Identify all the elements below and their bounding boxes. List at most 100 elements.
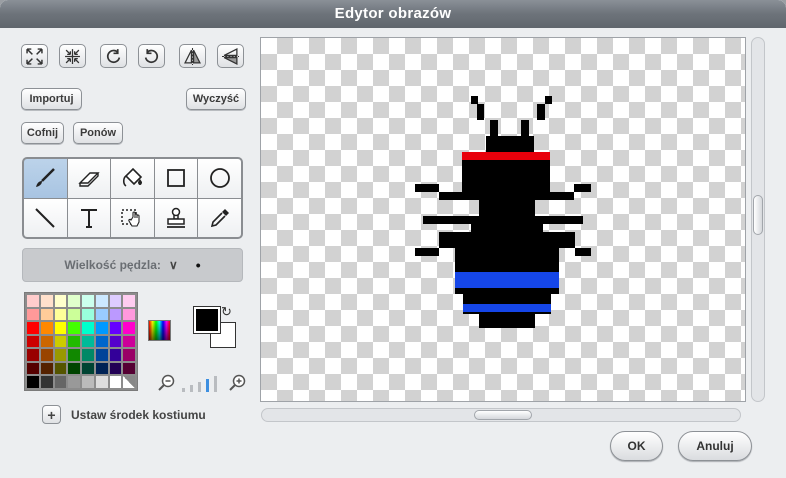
rectangle-icon[interactable] [154,159,198,198]
zoom-level-bar[interactable] [190,385,193,392]
zoom-in-icon[interactable] [229,374,247,392]
clear-button[interactable]: Wyczyść [186,88,246,110]
zoom-level-bar[interactable] [214,376,217,392]
color-swatch[interactable] [82,376,94,388]
color-swatch[interactable] [54,376,67,388]
title-bar[interactable]: Edytor obrazów [0,0,786,28]
text-icon[interactable] [67,198,111,237]
horizontal-scroll-thumb[interactable] [474,410,532,420]
color-swatch[interactable] [82,335,94,348]
color-swatch[interactable] [54,335,67,348]
ok-button[interactable]: OK [610,431,663,461]
set-costume-center[interactable]: + Ustaw środek kostiumu [42,405,206,424]
color-swatch[interactable] [123,349,135,361]
foreground-color-swatch[interactable] [193,306,221,334]
color-swatch[interactable] [109,308,122,321]
color-swatch[interactable] [95,349,108,361]
color-swatch[interactable] [40,376,53,388]
window-title: Edytor obrazów [334,5,452,22]
color-swatch[interactable] [68,322,80,334]
color-swatch[interactable] [95,308,108,321]
undo-button[interactable]: Cofnij [21,122,64,144]
color-swatch[interactable] [82,349,94,361]
color-swatch[interactable] [82,322,94,334]
zoom-level-bar[interactable] [206,379,209,392]
eyedropper-icon[interactable] [198,198,241,237]
color-swatch[interactable] [123,308,135,321]
color-swatch[interactable] [109,322,122,334]
zoom-out-icon[interactable] [158,374,176,392]
color-swatch[interactable] [27,349,39,361]
fill-bucket-icon[interactable] [111,159,154,198]
cancel-button[interactable]: Anuluj [678,431,752,461]
add-icon[interactable]: + [42,405,61,424]
drawing-canvas[interactable] [260,37,746,402]
color-swatch[interactable] [123,362,135,375]
color-swatch[interactable] [40,295,53,307]
swap-colors-icon[interactable]: ↻ [221,304,232,320]
color-swatch[interactable] [109,349,122,361]
grow-icon[interactable] [21,44,48,68]
color-swatch[interactable] [27,322,39,334]
color-swatch[interactable] [68,376,80,388]
color-swatch[interactable] [54,362,67,375]
color-swatch[interactable] [68,349,80,361]
import-button[interactable]: Importuj [21,88,82,110]
color-swatch[interactable] [95,362,108,375]
color-swatch[interactable] [40,349,53,361]
chevron-down-icon[interactable]: ∨ [169,258,178,272]
brush-size-control[interactable]: Wielkość pędzla: ∨ • [22,248,243,282]
ellipse-icon[interactable] [198,159,241,198]
vertical-scroll-thumb[interactable] [753,195,763,235]
redo-button[interactable]: Ponów [73,122,123,144]
eraser-icon[interactable] [67,159,111,198]
color-swatch[interactable] [68,308,80,321]
select-icon[interactable] [111,198,154,237]
color-swatch[interactable] [54,322,67,334]
color-swatch[interactable] [123,376,135,388]
color-swatch[interactable] [68,295,80,307]
color-swatch[interactable] [27,308,39,321]
color-swatch[interactable] [27,362,39,375]
color-swatch[interactable] [123,322,135,334]
vertical-scrollbar[interactable] [751,37,765,402]
color-swatch[interactable] [54,308,67,321]
color-swatch[interactable] [40,322,53,334]
stamp-icon[interactable] [154,198,198,237]
color-swatch[interactable] [109,335,122,348]
color-swatch[interactable] [95,295,108,307]
rotate-right-icon[interactable] [138,44,165,68]
color-swatch[interactable] [95,335,108,348]
color-swatch[interactable] [123,295,135,307]
color-swatch[interactable] [109,376,122,388]
color-swatch[interactable] [82,295,94,307]
shrink-icon[interactable] [59,44,86,68]
color-swatch[interactable] [68,362,80,375]
color-swatch[interactable] [40,335,53,348]
color-swatch[interactable] [109,295,122,307]
flip-horizontal-icon[interactable] [179,44,206,68]
horizontal-scrollbar[interactable] [261,408,741,422]
color-swatch[interactable] [40,362,53,375]
color-swatch[interactable] [54,349,67,361]
paintbrush-icon[interactable] [24,159,67,198]
zoom-level-bar[interactable] [198,382,201,392]
color-swatch[interactable] [27,376,39,388]
rotate-left-icon[interactable] [100,44,127,68]
color-swatch[interactable] [109,362,122,375]
zoom-level-bar[interactable] [182,388,185,392]
tool-palette [22,157,243,239]
color-swatch[interactable] [95,376,108,388]
color-swatch[interactable] [68,335,80,348]
color-swatch[interactable] [40,308,53,321]
color-swatch[interactable] [82,362,94,375]
line-icon[interactable] [24,198,67,237]
color-swatch[interactable] [27,335,39,348]
color-picker-icon[interactable] [148,320,171,341]
color-swatch[interactable] [95,322,108,334]
color-swatch[interactable] [27,295,39,307]
color-swatch[interactable] [82,308,94,321]
color-swatch[interactable] [54,295,67,307]
color-swatch[interactable] [123,335,135,348]
flip-vertical-icon[interactable] [217,44,244,68]
